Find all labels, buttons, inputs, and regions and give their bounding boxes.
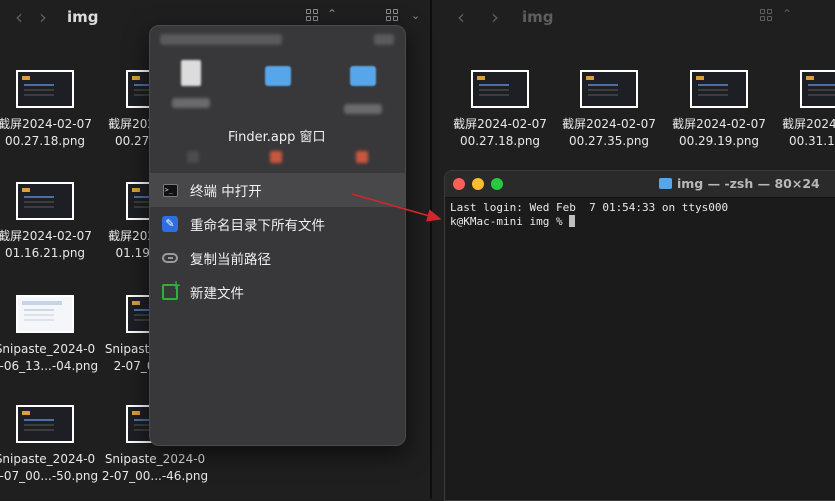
- back-button[interactable]: ‹: [450, 6, 472, 28]
- file-item[interactable]: Snipaste_2024-0 2-07_00...-50.png: [0, 405, 100, 485]
- terminal-window[interactable]: img — -zsh — 80×24 Last login: Wed Feb 7…: [444, 170, 835, 501]
- finder-window-label: Finder.app 窗口: [228, 130, 326, 145]
- shell-prompt: k@KMac-mini img %: [450, 215, 570, 228]
- forward-button[interactable]: ›: [32, 6, 54, 28]
- file-name-line2: 00.27.35.png: [568, 134, 650, 148]
- rename-icon: ✎: [162, 216, 178, 232]
- app-item-finder[interactable]: [248, 60, 308, 86]
- file-name-line1: 截屏2024-02-07: [782, 117, 835, 131]
- terminal-cursor: [569, 215, 576, 227]
- menu-item-rename-all[interactable]: ✎ 重命名目录下所有文件: [150, 207, 405, 241]
- folder-icon: [659, 178, 672, 189]
- file-thumbnail: [16, 405, 74, 443]
- menu-item-new-file[interactable]: 新建文件: [150, 275, 405, 309]
- document-icon: [181, 60, 201, 86]
- menu-item-label: 重命名目录下所有文件: [190, 218, 325, 234]
- file-name-line1: 截屏2024-02-07: [672, 117, 766, 131]
- popup-header-blurred: [160, 34, 395, 48]
- app-item-notes[interactable]: [161, 60, 221, 108]
- terminal-title: img — -zsh — 80×24: [659, 176, 820, 191]
- window-title: img: [67, 8, 99, 26]
- file-thumbnail: [580, 70, 638, 108]
- file-thumbnail: [471, 70, 529, 108]
- file-item[interactable]: 截屏2024-02-07 00.31.12.png: [774, 70, 835, 150]
- sort-stepper-icon[interactable]: ⌃: [327, 7, 337, 21]
- blurred-icon-row: [150, 151, 405, 171]
- file-name-line2: 2-06_13...-04.png: [0, 359, 99, 373]
- menu-item-label: 新建文件: [190, 286, 244, 302]
- quick-action-popup: Finder.app 窗口 >_ 终端 中打开 ✎ 重命名目录下所有文件 复制当…: [149, 25, 406, 446]
- terminal-icon: >_: [162, 183, 178, 197]
- file-name-line1: 截屏2024-02-07: [562, 117, 656, 131]
- terminal-titlebar: img — -zsh — 80×24: [445, 171, 835, 198]
- file-item[interactable]: 截屏2024-02-07 01.16.21.png: [0, 182, 100, 262]
- file-name-line1: 截屏2024-02-07: [0, 229, 92, 243]
- file-thumbnail: [690, 70, 748, 108]
- minimize-window-button[interactable]: [472, 178, 484, 190]
- grid-view-icon[interactable]: [760, 9, 774, 27]
- chevron-down-icon[interactable]: ⌄: [411, 9, 420, 22]
- close-window-button[interactable]: [453, 178, 465, 190]
- file-name-line1: 截屏2024-02-07: [453, 117, 547, 131]
- file-name-line1: Snipaste_2024-0: [104, 452, 206, 466]
- folder-icon: [265, 66, 291, 86]
- file-item[interactable]: 截屏2024-02-07 00.27.18.png: [445, 70, 555, 150]
- forward-button[interactable]: ›: [484, 6, 506, 28]
- file-name-line2: 2-07_00...-50.png: [0, 469, 99, 483]
- file-name-line2: 00.29.19.png: [678, 134, 760, 148]
- file-name-line2: 00.27.18.png: [4, 134, 86, 148]
- action-menu: >_ 终端 中打开 ✎ 重命名目录下所有文件 复制当前路径 新建文件: [150, 173, 405, 309]
- file-name-line2: 01.16.21.png: [4, 246, 86, 260]
- file-item[interactable]: Snipaste_2024-0 2-06_13...-04.png: [0, 295, 100, 375]
- back-button[interactable]: ‹: [8, 6, 30, 28]
- menu-item-label: 终端 中打开: [190, 184, 262, 200]
- file-thumbnail: [16, 70, 74, 108]
- file-name-line1: Snipaste_2024-0: [0, 342, 96, 356]
- last-login-line: Last login: Wed Feb 7 01:54:33 on ttys00…: [450, 201, 729, 214]
- zoom-window-button[interactable]: [491, 178, 503, 190]
- file-thumbnail: [16, 182, 74, 220]
- terminal-output[interactable]: Last login: Wed Feb 7 01:54:33 on ttys00…: [450, 201, 728, 229]
- new-file-icon: [162, 278, 181, 300]
- file-item[interactable]: 截屏2024-02-07 00.27.18.png: [0, 70, 100, 150]
- file-name-line2: 00.27.18.png: [459, 134, 541, 148]
- folder-icon: [350, 66, 376, 86]
- menu-item-copy-path[interactable]: 复制当前路径: [150, 241, 405, 275]
- file-item[interactable]: 截屏2024-02-07 00.29.19.png: [664, 70, 774, 150]
- window-title: img: [522, 8, 554, 26]
- file-item[interactable]: 截屏2024-02-07 00.27.35.png: [554, 70, 664, 150]
- file-thumbnail: [16, 295, 74, 333]
- file-name-line1: Snipaste_2024-0: [0, 452, 96, 466]
- app-item-folder[interactable]: [333, 60, 393, 114]
- file-name-line1: 截屏2024-02-07: [0, 117, 92, 131]
- app-row: Finder.app 窗口: [150, 60, 405, 145]
- file-name-line2: 00.31.12.png: [788, 134, 835, 148]
- link-icon: [162, 253, 178, 263]
- file-thumbnail: [800, 70, 835, 108]
- menu-item-label: 复制当前路径: [190, 252, 271, 268]
- menu-item-open-in-terminal[interactable]: >_ 终端 中打开: [150, 173, 405, 207]
- file-name-line2: 2-07_00...-46.png: [101, 469, 209, 483]
- finder-toolbar-right: ‹ › img ⌃: [432, 0, 835, 36]
- sort-stepper-icon[interactable]: ⌃: [782, 7, 792, 21]
